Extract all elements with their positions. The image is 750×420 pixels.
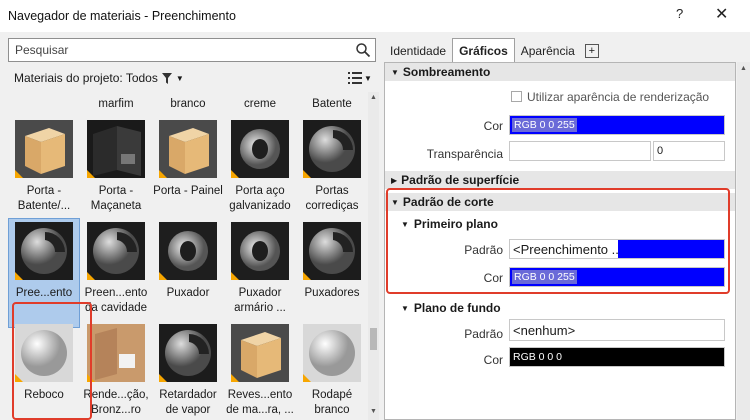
tab-identidade[interactable]: Identidade (384, 40, 452, 62)
transparencia-input[interactable]: 0 (653, 141, 725, 161)
scrollbar-thumb[interactable] (370, 328, 377, 350)
gray-sphere-thumbnail (159, 324, 217, 382)
cor-label: Cor (483, 353, 503, 367)
plano-fundo-color-field[interactable]: RGB 0 0 0 (509, 347, 725, 367)
section-sombreamento[interactable]: ▼ Sombreamento (385, 63, 735, 81)
search-box (8, 38, 376, 62)
list-view-icon (348, 72, 362, 84)
chevron-down-icon: ▼ (364, 73, 372, 83)
chevron-down-icon: ▼ (175, 73, 184, 83)
tab-graficos[interactable]: Gráficos (452, 38, 515, 62)
material-label: Rodapé branco (311, 389, 353, 416)
window-title: Navegador de materiais - Preenchimento (8, 9, 236, 23)
scroll-up-arrow[interactable]: ▲ (740, 65, 747, 72)
materials-scrollbar[interactable]: ▲ ▼ (368, 92, 379, 420)
collapse-triangle-icon: ▼ (391, 67, 399, 77)
material-label: Porta - Painel (153, 185, 223, 197)
material-label: Puxadores (304, 287, 360, 299)
view-options-button[interactable]: ▼ (348, 70, 374, 86)
wood-cube-thumbnail (15, 120, 73, 178)
dark-scene-thumbnail (87, 120, 145, 178)
funnel-icon (161, 72, 172, 84)
filter-dropdown[interactable]: Materiais do projeto: Todos ▼ (14, 70, 184, 86)
close-button[interactable]: ✕ (715, 4, 728, 24)
section-title: Padrão de superfície (401, 173, 520, 187)
color-value: RGB 0 0 0 (513, 351, 563, 363)
use-render-label: Utilizar aparência de renderização (527, 90, 710, 104)
gray-sphere-thumbnail (303, 222, 361, 280)
subsection-plano-fundo[interactable]: ▼ Plano de fundo (401, 299, 501, 317)
transparencia-slider[interactable] (509, 141, 651, 161)
collapse-triangle-icon: ▼ (401, 303, 409, 313)
metal-torus-thumbnail (159, 222, 217, 280)
material-label: Puxador armário ... (234, 287, 286, 314)
cor-label: Cor (483, 119, 503, 133)
color-value: RGB 0 0 255 (512, 118, 577, 132)
material-label: Pree...ento (15, 287, 73, 299)
material-label: Porta aço galvanizado (229, 185, 291, 212)
section-title: Sombreamento (402, 65, 491, 79)
material-label: Porcelanatocreme (229, 92, 290, 110)
search-input[interactable] (9, 39, 339, 61)
scroll-up-arrow[interactable]: ▲ (370, 94, 377, 101)
transparencia-label: Transparência (426, 147, 503, 161)
material-label: Porta - Maçaneta (90, 185, 142, 212)
highlight-box (386, 188, 730, 294)
tab-bar: Identidade Gráficos Aparência + (384, 38, 599, 62)
properties-scrollbar[interactable]: ▲ (737, 62, 750, 420)
material-label: Porta - Batente/... (17, 185, 71, 212)
wood-cube-thumbnail (231, 324, 289, 382)
metal-torus-thumbnail (231, 222, 289, 280)
gray-sphere-thumbnail (15, 222, 73, 280)
use-render-checkbox[interactable] (511, 91, 522, 102)
material-label: Puxador (166, 287, 210, 299)
filter-label: Materiais do projeto: Todos (14, 71, 158, 85)
scroll-down-arrow[interactable]: ▼ (370, 408, 377, 415)
padrao-label: Padrão (464, 327, 503, 341)
expand-triangle-icon: ▶ (391, 175, 398, 185)
tab-aparencia[interactable]: Aparência (515, 40, 581, 62)
material-label: Porcelanatomarfim (85, 92, 146, 110)
section-padrao-superficie[interactable]: ▶ Padrão de superfície (385, 171, 735, 189)
search-icon[interactable] (355, 42, 371, 58)
add-tab-button[interactable]: + (584, 44, 599, 58)
transparencia-value: 0 (657, 145, 664, 157)
sombreamento-color-field[interactable]: RGB 0 0 255 (509, 115, 725, 135)
material-label: Retardador de vapor (159, 389, 217, 416)
material-label: Portas corrediças (305, 185, 359, 212)
gray-sphere-thumbnail (87, 222, 145, 280)
material-label: Reves...ento de ma...ra, ... (226, 389, 294, 416)
plano-fundo-pattern-field[interactable]: <nenhum> (509, 319, 725, 341)
materials-grid: Porcelanatomarfim Porcelanatobranco Porcel… (8, 92, 368, 420)
material-label: Porta -Batente (312, 92, 352, 110)
material-label: Porcelanatobranco (157, 92, 218, 110)
metal-torus-thumbnail (231, 120, 289, 178)
pattern-value: <nenhum> (513, 322, 576, 338)
tan-scene-thumbnail (87, 324, 145, 382)
white-sphere-thumbnail (303, 324, 361, 382)
subsection-title: Plano de fundo (413, 301, 501, 315)
gray-sphere-thumbnail (303, 120, 361, 178)
title-bar: Navegador de materiais - Preenchimento ?… (0, 0, 750, 32)
highlight-box (12, 302, 92, 420)
wood-cube-thumbnail (159, 120, 217, 178)
help-button[interactable]: ? (676, 6, 683, 21)
